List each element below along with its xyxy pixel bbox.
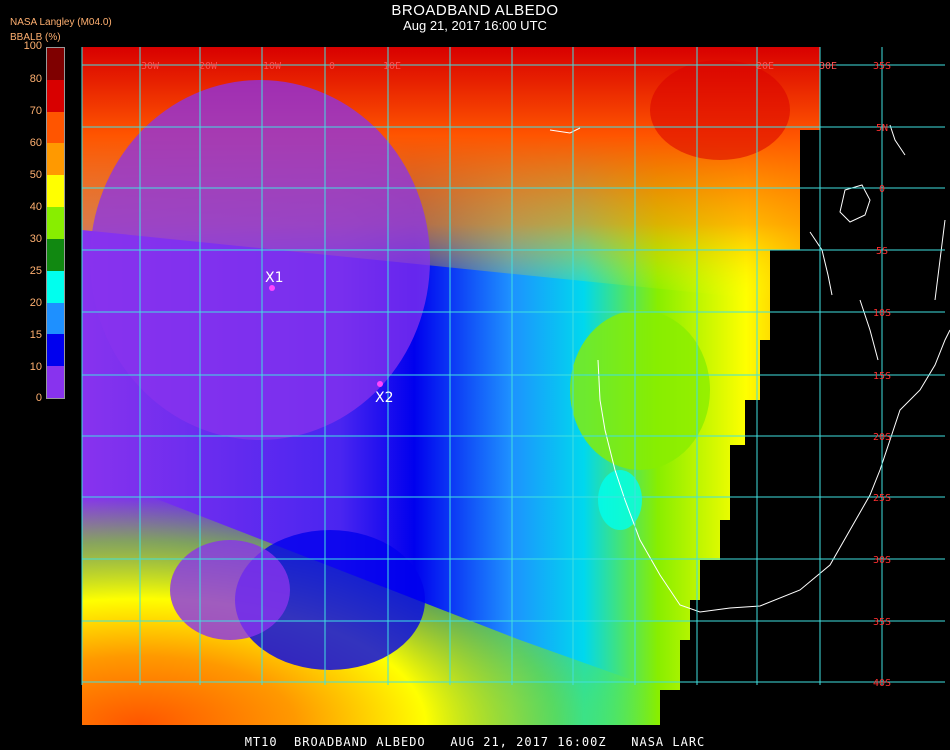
latitude-label: 35S [873,617,891,628]
latitude-label: 30S [873,555,891,566]
longitude-label: 30E [819,61,837,72]
longitude-label: 10W [263,61,282,72]
footer-caption: MT10 BROADBAND ALBEDO AUG 21, 2017 16:00… [244,735,706,749]
latitude-label: 35S [873,61,891,72]
latitude-label: 10S [873,308,891,319]
satellite-footprint [82,47,820,725]
latitude-label: 0 [879,184,885,195]
latitude-label: 15S [873,371,891,382]
latitude-label: 40S [873,678,891,689]
marker-x1-label: X1 [265,270,284,286]
albedo-map: 35S 5N 0 5S 10S 15S 20S 25S 30S 35S 40S 30W 20W 10W 0… [81,47,950,725]
longitude-label: 20E [756,61,774,72]
longitude-label: 0 [329,61,335,72]
longitude-label: 10E [383,61,401,72]
latitude-label: 20S [873,432,891,443]
marker-x2-label: X2 [375,390,394,406]
latitude-label: 25S [873,493,891,504]
longitude-label: 20W [199,61,218,72]
longitude-label: 30W [141,61,160,72]
latitude-label: 5S [876,246,888,257]
latitude-label: 5N [876,123,888,134]
